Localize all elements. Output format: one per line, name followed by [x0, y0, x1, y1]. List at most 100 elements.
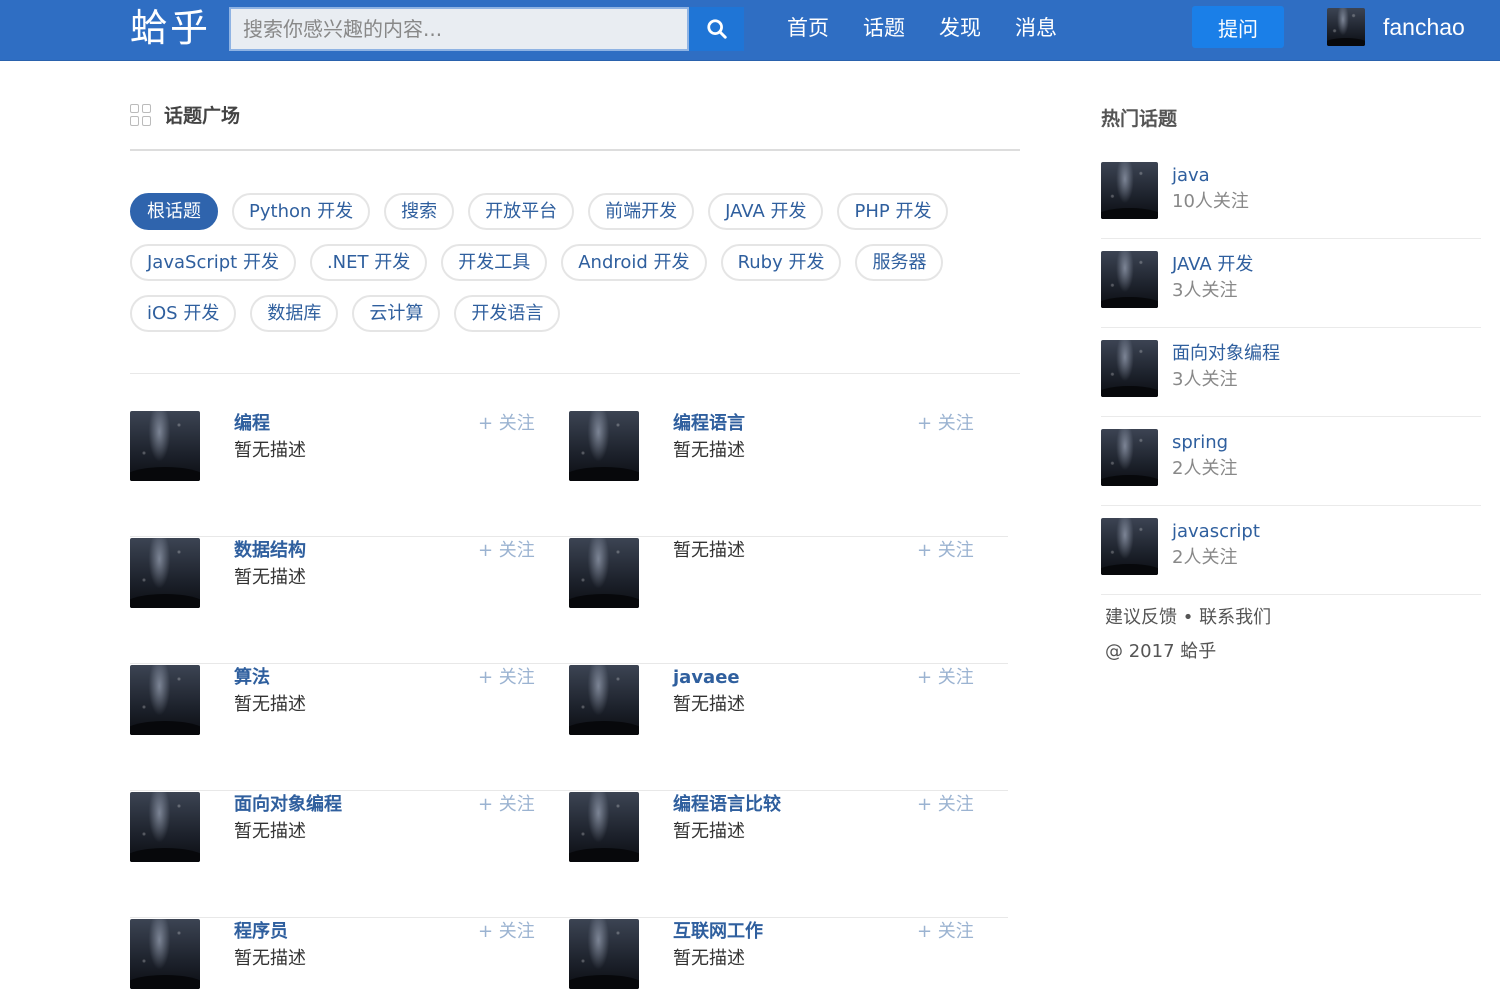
- follow-button[interactable]: + 关注: [917, 793, 974, 817]
- topic-image[interactable]: [130, 411, 200, 481]
- username[interactable]: fanchao: [1383, 13, 1465, 41]
- hot-topic-name[interactable]: 面向对象编程: [1172, 342, 1280, 366]
- nav-messages[interactable]: 消息: [1015, 14, 1057, 42]
- hot-topic-name[interactable]: JAVA 开发: [1172, 253, 1253, 277]
- topic-card: 算法 暂无描述 + 关注: [130, 664, 570, 764]
- topic-image[interactable]: [569, 919, 639, 989]
- topic-description: 暂无描述: [673, 821, 745, 842]
- user-avatar[interactable]: [1327, 8, 1365, 46]
- topic-tag-list: 根话题 Python 开发 搜索 开放平台 前端开发 JAVA 开发 PHP 开…: [130, 193, 1010, 332]
- topic-card: 面向对象编程 暂无描述 + 关注: [130, 791, 570, 891]
- tag-android[interactable]: Android 开发: [561, 244, 707, 281]
- feedback-link[interactable]: 建议反馈: [1105, 607, 1177, 628]
- tag-dotnet[interactable]: .NET 开发: [309, 244, 428, 281]
- top-navbar: 蛤乎 首页 话题 发现 消息 提问 fanchao: [0, 0, 1500, 61]
- follow-button[interactable]: + 关注: [478, 920, 535, 944]
- topic-description: 暂无描述: [234, 948, 306, 969]
- follow-button[interactable]: + 关注: [478, 666, 535, 690]
- hot-topic-followers: 10人关注: [1172, 191, 1249, 212]
- topic-image[interactable]: [569, 538, 639, 608]
- tag-dev-tools[interactable]: 开发工具: [441, 244, 548, 281]
- topic-card: 程序员 暂无描述 + 关注: [130, 918, 570, 997]
- topic-name[interactable]: 编程语言比较: [673, 793, 781, 817]
- separator-dot: •: [1182, 607, 1194, 628]
- hot-topic-image[interactable]: [1101, 340, 1158, 397]
- tag-dev-language[interactable]: 开发语言: [454, 295, 561, 332]
- topic-image[interactable]: [130, 792, 200, 862]
- hot-topic-name[interactable]: java: [1172, 164, 1210, 188]
- topic-image[interactable]: [569, 792, 639, 862]
- hot-topic-name[interactable]: javascript: [1172, 520, 1260, 544]
- search-input[interactable]: [229, 7, 689, 51]
- follow-button[interactable]: + 关注: [917, 412, 974, 436]
- follow-button[interactable]: + 关注: [917, 920, 974, 944]
- site-logo[interactable]: 蛤乎: [130, 6, 210, 50]
- topic-image[interactable]: [130, 665, 200, 735]
- topic-name[interactable]: 编程: [234, 412, 270, 436]
- follow-button[interactable]: + 关注: [917, 539, 974, 563]
- nav-home[interactable]: 首页: [787, 14, 829, 42]
- tag-root[interactable]: 根话题: [130, 193, 218, 230]
- hot-topic-followers: 3人关注: [1172, 280, 1238, 301]
- tag-ios[interactable]: iOS 开发: [130, 295, 237, 332]
- follow-button[interactable]: + 关注: [917, 666, 974, 690]
- nav-topics[interactable]: 话题: [863, 14, 905, 42]
- topic-name[interactable]: 互联网工作: [673, 920, 763, 944]
- tag-ruby[interactable]: Ruby 开发: [720, 244, 842, 281]
- divider: [130, 373, 1020, 374]
- topic-name[interactable]: 数据结构: [234, 539, 306, 563]
- topic-image[interactable]: [130, 919, 200, 989]
- ask-question-button[interactable]: 提问: [1192, 6, 1284, 48]
- nav-discover[interactable]: 发现: [939, 14, 981, 42]
- tag-python[interactable]: Python 开发: [232, 193, 371, 230]
- hot-topics-list: java 10人关注 JAVA 开发 3人关注 面向对象编程 3人关注 spri…: [1101, 150, 1481, 595]
- hot-topic-image[interactable]: [1101, 429, 1158, 486]
- section-title: 话题广场: [130, 101, 240, 128]
- contact-link[interactable]: 联系我们: [1199, 607, 1271, 628]
- topic-card: 暂无描述 + 关注: [569, 537, 1009, 637]
- topic-image[interactable]: [130, 538, 200, 608]
- topic-card: javaee 暂无描述 + 关注: [569, 664, 1009, 764]
- topic-card: 数据结构 暂无描述 + 关注: [130, 537, 570, 637]
- hot-topic-image[interactable]: [1101, 518, 1158, 575]
- main-nav: 首页 话题 发现 消息: [787, 14, 1057, 42]
- tag-server[interactable]: 服务器: [855, 244, 944, 281]
- hot-topic-item: java 10人关注: [1101, 150, 1481, 239]
- divider: [130, 149, 1020, 151]
- copyright: @ 2017 蛤乎: [1105, 641, 1217, 662]
- hot-topic-item: spring 2人关注: [1101, 417, 1481, 506]
- topic-card: 互联网工作 暂无描述 + 关注: [569, 918, 1009, 997]
- hot-topic-image[interactable]: [1101, 162, 1158, 219]
- search-icon: [706, 19, 727, 39]
- topic-image[interactable]: [569, 411, 639, 481]
- tag-java[interactable]: JAVA 开发: [708, 193, 824, 230]
- tag-cloud[interactable]: 云计算: [352, 295, 441, 332]
- hot-topic-name[interactable]: spring: [1172, 431, 1228, 455]
- follow-button[interactable]: + 关注: [478, 793, 535, 817]
- follow-button[interactable]: + 关注: [478, 539, 535, 563]
- search-button[interactable]: [689, 7, 744, 51]
- topic-row: 面向对象编程 暂无描述 + 关注 编程语言比较 暂无描述 + 关注: [130, 791, 1008, 918]
- tag-search[interactable]: 搜索: [384, 193, 455, 230]
- follow-button[interactable]: + 关注: [478, 412, 535, 436]
- footer-links: 建议反馈 • 联系我们: [1105, 606, 1271, 630]
- search-bar: [229, 7, 744, 51]
- topic-name[interactable]: 编程语言: [673, 412, 745, 436]
- topic-name[interactable]: 面向对象编程: [234, 793, 342, 817]
- topic-row: 程序员 暂无描述 + 关注 互联网工作 暂无描述 + 关注: [130, 918, 1008, 997]
- page-title: 话题广场: [164, 105, 241, 127]
- tag-database[interactable]: 数据库: [250, 295, 339, 332]
- tag-javascript[interactable]: JavaScript 开发: [130, 244, 296, 281]
- topic-description: 暂无描述: [673, 694, 745, 715]
- tag-php[interactable]: PHP 开发: [837, 193, 949, 230]
- hot-topics-title: 热门话题: [1101, 108, 1178, 130]
- topic-name[interactable]: 算法: [234, 666, 270, 690]
- hot-topic-image[interactable]: [1101, 251, 1158, 308]
- topic-image[interactable]: [569, 665, 639, 735]
- topic-description: 暂无描述: [673, 540, 745, 561]
- tag-open-platform[interactable]: 开放平台: [468, 193, 575, 230]
- topic-name[interactable]: 程序员: [234, 920, 288, 944]
- tag-frontend[interactable]: 前端开发: [588, 193, 695, 230]
- hot-topic-item: javascript 2人关注: [1101, 506, 1481, 595]
- topic-name[interactable]: javaee: [673, 666, 740, 690]
